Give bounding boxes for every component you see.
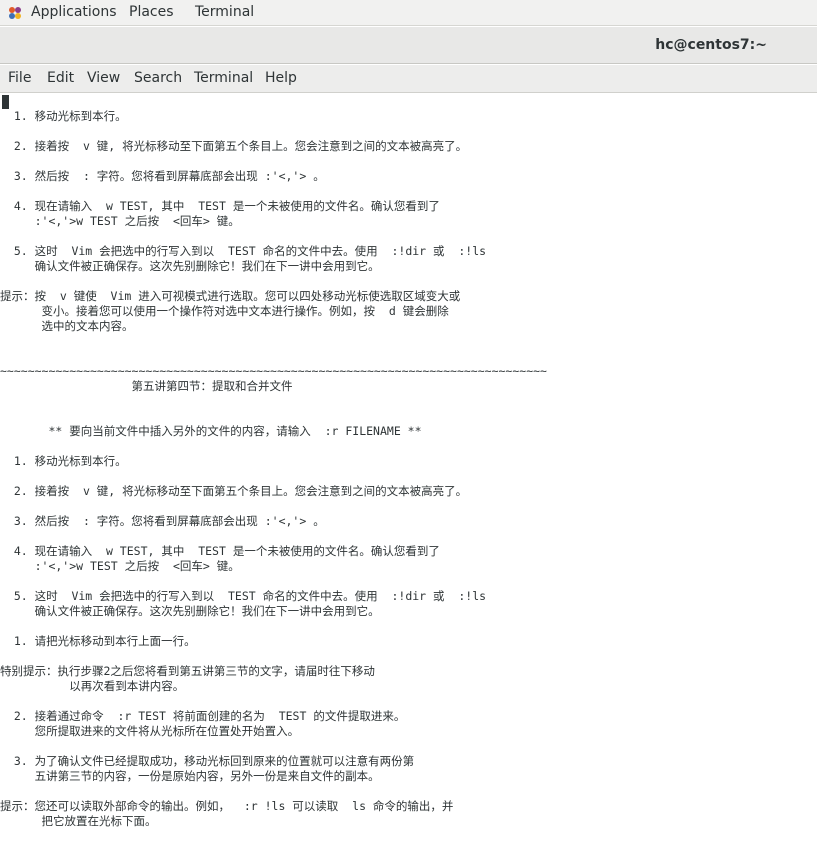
terminal-line: 3. 然后按 : 字符。您将看到屏幕底部会出现 :'<,'> 。: [0, 169, 325, 183]
places-menu[interactable]: Places: [129, 4, 174, 20]
terminal-content[interactable]: 1. 移动光标到本行。 2. 接着按 v 键, 将光标移动至下面第五个条目上。您…: [0, 94, 817, 848]
terminal-line: 以再次看到本讲内容。: [0, 679, 185, 693]
menu-terminal[interactable]: Terminal: [194, 70, 253, 86]
terminal-line: 提示：按 v 键使 Vim 进入可视模式进行选取。您可以四处移动光标使选取区域变…: [0, 289, 461, 303]
section-heading: 第五讲第四节：提取和合并文件: [0, 379, 293, 393]
menu-file[interactable]: File: [8, 70, 31, 86]
applications-icon[interactable]: [8, 6, 22, 20]
terminal-app-menu[interactable]: Terminal: [195, 4, 254, 20]
terminal-line: 提示：您还可以读取外部命令的输出。例如， :r !ls 可以读取 ls 命令的输…: [0, 799, 454, 813]
terminal-line: 1. 移动光标到本行。: [0, 454, 127, 468]
menu-edit[interactable]: Edit: [47, 70, 74, 86]
window-titlebar[interactable]: hc@centos7:~: [0, 27, 817, 64]
menu-view[interactable]: View: [87, 70, 120, 86]
terminal-line: 1. 移动光标到本行。: [0, 109, 127, 123]
terminal-line: 2. 接着通过命令 :r TEST 将前面创建的名为 TEST 的文件提取进来。: [0, 709, 406, 723]
terminal-line: 4. 现在请输入 w TEST, 其中 TEST 是一个未被使用的文件名。确认您…: [0, 199, 440, 213]
separator-line: ~~~~~~~~~~~~~~~~~~~~~~~~~~~~~~~~~~~~~~~~…: [0, 364, 547, 378]
window-title: hc@centos7:~: [655, 37, 767, 53]
top-panel: Applications Places Terminal: [0, 0, 817, 26]
terminal-line: 5. 这时 Vim 会把选中的行写入到以 TEST 命名的文件中去。使用 :!d…: [0, 244, 487, 258]
terminal-line: 3. 然后按 : 字符。您将看到屏幕底部会出现 :'<,'> 。: [0, 514, 325, 528]
terminal-menubar: File Edit View Search Terminal Help: [0, 65, 817, 93]
terminal-line: 5. 这时 Vim 会把选中的行写入到以 TEST 命名的文件中去。使用 :!d…: [0, 589, 487, 603]
terminal-line: 2. 接着按 v 键, 将光标移动至下面第五个条目上。您会注意到之间的文本被高亮…: [0, 484, 468, 498]
menu-help[interactable]: Help: [265, 70, 297, 86]
terminal-line: 4. 现在请输入 w TEST, 其中 TEST 是一个未被使用的文件名。确认您…: [0, 544, 440, 558]
terminal-line: 选中的文本内容。: [0, 319, 134, 333]
terminal-line: 3. 为了确认文件已经提取成功，移动光标回到原来的位置就可以注意有两份第: [0, 754, 415, 768]
terminal-line: 确认文件被正确保存。这次先别删除它！我们在下一讲中会用到它。: [0, 259, 380, 273]
terminal-line: 2. 接着按 v 键, 将光标移动至下面第五个条目上。您会注意到之间的文本被高亮…: [0, 139, 468, 153]
terminal-line: 变小。接着您可以使用一个操作符对选中文本进行操作。例如，按 d 键会删除: [0, 304, 449, 318]
terminal-line: 特别提示：执行步骤2之后您将看到第五讲第三节的文字，请届时往下移动: [0, 664, 375, 678]
menu-search[interactable]: Search: [134, 70, 182, 86]
applications-menu[interactable]: Applications: [31, 4, 117, 20]
text-cursor: [2, 95, 9, 109]
terminal-line: 把它放置在光标下面。: [0, 814, 157, 828]
terminal-line: 五讲第三节的内容，一份是原始内容，另外一份是来自文件的副本。: [0, 769, 380, 783]
terminal-line: ** 要向当前文件中插入另外的文件的内容，请输入 :r FILENAME **: [0, 424, 422, 438]
terminal-line: 1. 请把光标移动到本行上面一行。: [0, 634, 196, 648]
terminal-line: 您所提取进来的文件将从光标所在位置处开始置入。: [0, 724, 300, 738]
terminal-line: 确认文件被正确保存。这次先别删除它！我们在下一讲中会用到它。: [0, 604, 380, 618]
terminal-line: :'<,'>w TEST 之后按 <回车> 键。: [0, 559, 240, 573]
terminal-line: :'<,'>w TEST 之后按 <回车> 键。: [0, 214, 240, 228]
